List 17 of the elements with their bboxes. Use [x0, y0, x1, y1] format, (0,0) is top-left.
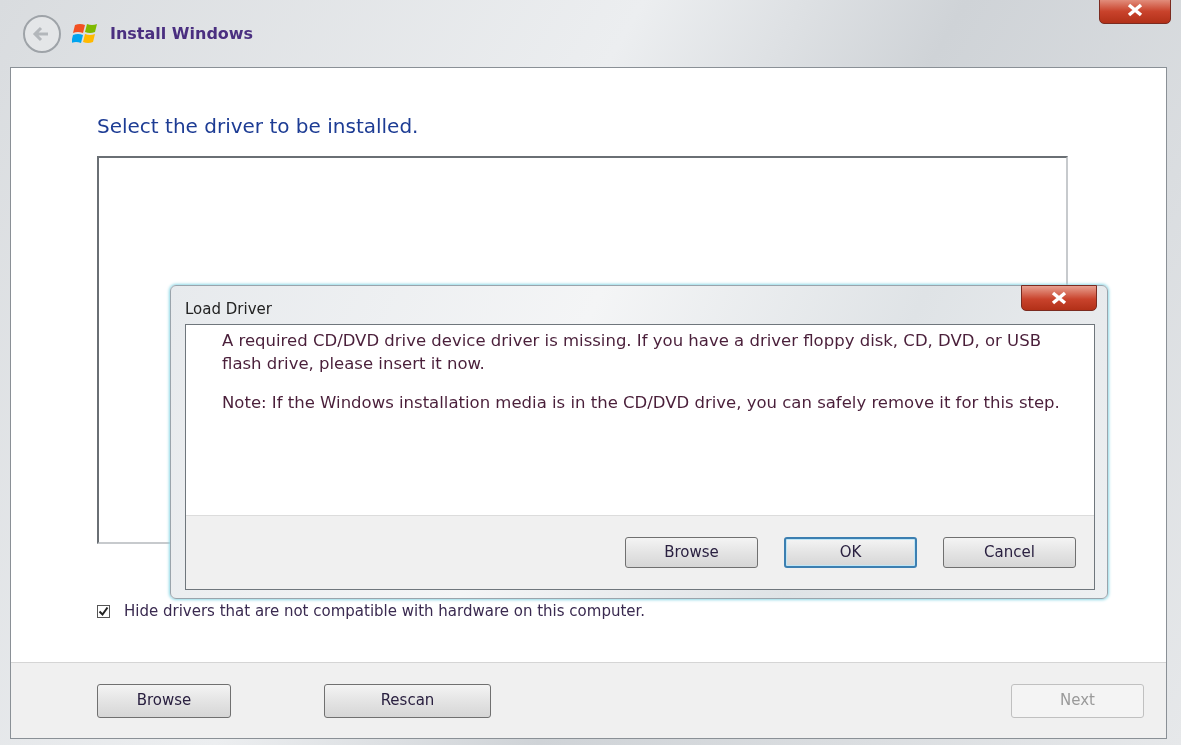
page-heading: Select the driver to be installed. — [97, 114, 420, 138]
window-title: Install Windows — [110, 22, 254, 45]
dialog-title: Load Driver — [185, 298, 272, 320]
message-paragraph: A required CD/DVD drive device driver is missing. If you have a driver floppy disk, CD, DVD, or USB flash drive, please insert it now. — [222, 330, 1042, 376]
message-paragraph: Note: If the Windows installation media is in the CD/DVD drive, you can safely remove it for this step. — [222, 392, 1061, 415]
windows-flag-icon — [72, 21, 100, 46]
cancel-button[interactable]: Cancel — [943, 537, 1076, 568]
close-icon — [1049, 291, 1069, 305]
browse-button[interactable]: Browse — [625, 537, 758, 568]
checkbox-label[interactable]: Hide drivers that are not compatible with hardware on this computer. — [124, 600, 646, 623]
close-button[interactable] — [1021, 285, 1097, 311]
browse-button[interactable]: Browse — [97, 683, 231, 718]
rescan-button[interactable]: Rescan — [324, 683, 491, 718]
checkbox[interactable] — [97, 604, 110, 618]
close-icon — [1125, 3, 1145, 17]
ok-button[interactable]: OK — [784, 537, 917, 568]
close-button[interactable] — [1099, 0, 1171, 24]
